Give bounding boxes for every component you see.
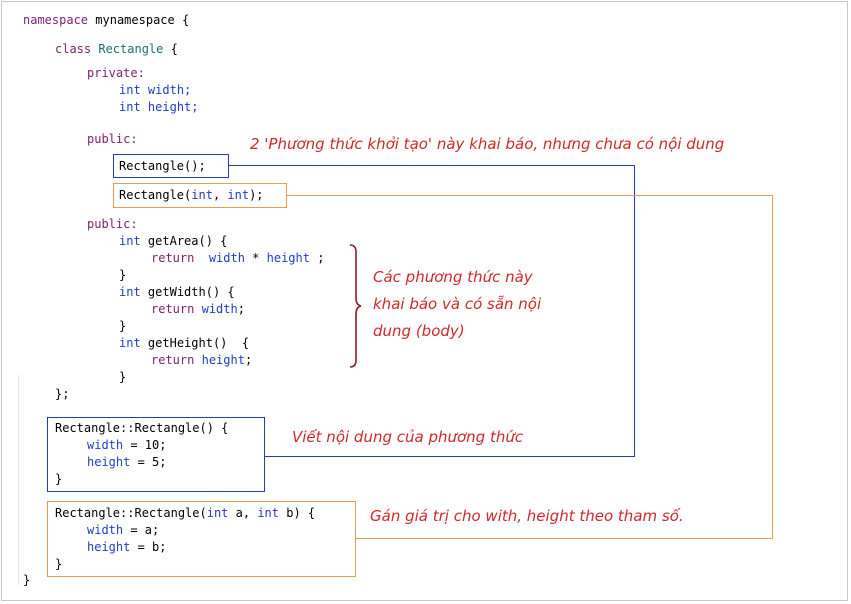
orange-connector-bottom xyxy=(356,538,773,539)
impl1-sig: Rectangle::Rectangle() { xyxy=(55,421,229,435)
ctor1-decl: Rectangle(); xyxy=(119,159,206,173)
blue-connector-right xyxy=(634,165,635,457)
getwidth-close: } xyxy=(119,319,127,333)
height-field: int height; xyxy=(119,100,199,114)
getheight-close: } xyxy=(119,370,127,384)
orange-connector-top xyxy=(287,195,773,196)
getwidth-return: return width; xyxy=(151,302,245,316)
getheight-return: return height; xyxy=(151,353,253,367)
class-close: }; xyxy=(55,387,70,401)
methods-note-line-2: khai báo và có sẵn nội xyxy=(373,295,542,313)
impl1-height: height = 5; xyxy=(87,455,167,469)
getarea-close: } xyxy=(119,268,127,282)
getheight-sig: int getHeight() { xyxy=(119,336,250,350)
impl2-close: } xyxy=(55,557,63,571)
ctor-note: 2 'Phương thức khởi tạo' này khai báo, n… xyxy=(250,135,725,153)
blue-connector-top xyxy=(229,165,635,166)
impl2-height: height = b; xyxy=(87,540,167,554)
class-line: class Rectangle { xyxy=(55,42,178,56)
impl2-sig: Rectangle::Rectangle(int a, int b) { xyxy=(55,506,316,520)
left-gutter-line xyxy=(18,375,19,585)
namespace-close: } xyxy=(23,573,31,587)
impl1-close: } xyxy=(55,472,63,486)
methods-note-line-3: dung (body) xyxy=(373,322,465,340)
getwidth-sig: int getWidth() { xyxy=(119,285,235,299)
getarea-sig: int getArea() { xyxy=(119,234,228,248)
width-field: int width; xyxy=(119,83,192,97)
public-label-2: public: xyxy=(87,217,138,231)
curly-brace xyxy=(349,244,362,368)
impl1-note: Viết nội dung của phương thức xyxy=(292,428,524,446)
ctor2-decl: Rectangle(int, int); xyxy=(119,188,264,202)
public-label-1: public: xyxy=(87,132,138,146)
impl1-width: width = 10; xyxy=(87,438,167,452)
impl2-width: width = a; xyxy=(87,523,160,537)
namespace-line: namespace mynamespace { xyxy=(23,13,190,27)
impl2-note: Gán giá trị cho with, height theo tham s… xyxy=(370,507,684,525)
private-label: private: xyxy=(87,66,145,80)
methods-note-line-1: Các phương thức này xyxy=(373,268,533,286)
orange-connector-right xyxy=(772,195,773,539)
blue-connector-bottom xyxy=(265,456,635,457)
getarea-return: return width * height ; xyxy=(151,251,325,265)
